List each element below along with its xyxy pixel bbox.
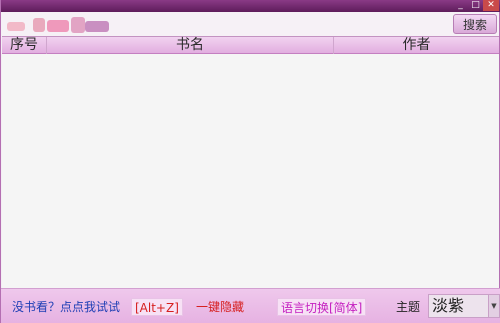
table-body[interactable] (2, 55, 499, 289)
book-table: 序号 书名 作者 (2, 36, 499, 289)
column-header-title[interactable]: 书名 (47, 37, 334, 54)
hotkey-label[interactable]: [Alt+Z] (131, 298, 183, 316)
column-header-author[interactable]: 作者 (334, 37, 499, 54)
language-switch-button[interactable]: 语言切换[简体] (277, 298, 367, 316)
app-window: _ □ ✕ 搜索 序号 书名 作者 没书看？点点我试试 [Alt+Z] 一键隐藏… (0, 0, 500, 323)
no-book-link[interactable]: 没书看？点点我试试 (9, 298, 123, 316)
close-button[interactable]: ✕ (483, 0, 499, 11)
column-header-seq[interactable]: 序号 (2, 37, 47, 54)
table-header: 序号 书名 作者 (2, 37, 499, 54)
window-controls: _ □ ✕ (453, 0, 499, 12)
search-button[interactable]: 搜索 (453, 14, 497, 34)
minimize-button[interactable]: _ (453, 0, 468, 11)
maximize-button[interactable]: □ (468, 0, 483, 11)
bottom-toolbar: 没书看？点点我试试 [Alt+Z] 一键隐藏 语言切换[简体] 主题 淡紫 ▼ (1, 288, 500, 323)
theme-label: 主题 (396, 300, 421, 314)
hide-all-button[interactable]: 一键隐藏 (193, 298, 247, 316)
chevron-down-icon[interactable]: ▼ (488, 295, 499, 317)
title-bar[interactable]: _ □ ✕ (1, 0, 500, 12)
search-input[interactable] (119, 14, 449, 34)
theme-dropdown[interactable]: 淡紫 ▼ (428, 294, 500, 318)
theme-value: 淡紫 (432, 296, 465, 315)
search-row (1, 12, 499, 36)
blurred-app-logo (7, 14, 111, 36)
